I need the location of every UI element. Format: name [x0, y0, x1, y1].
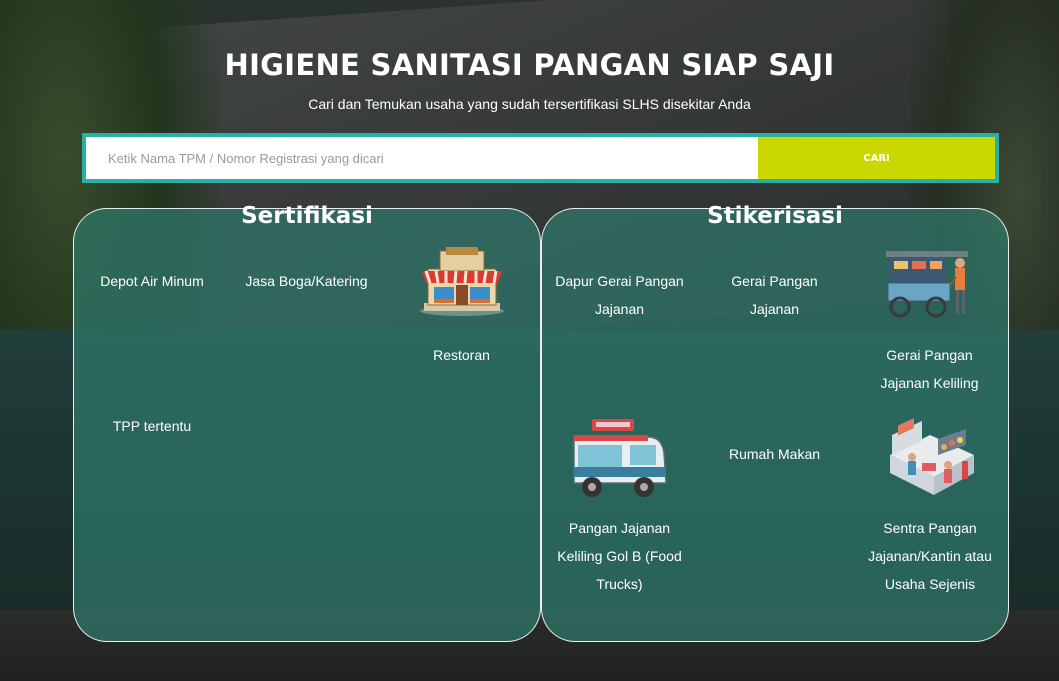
- stikerisasi-item-food-trucks[interactable]: Pangan Jajanan Keliling Gol B (Food Truc…: [552, 514, 687, 598]
- stikerisasi-item-gerai-pangan-jajanan[interactable]: Gerai Pangan Jajanan: [717, 267, 832, 323]
- search-button[interactable]: CARI: [758, 137, 995, 179]
- item-label: Dapur Gerai Pangan Jajanan: [555, 273, 684, 317]
- search-bar: CARI: [82, 133, 999, 183]
- sertifikasi-item-depot-air-minum[interactable]: Depot Air Minum: [92, 267, 212, 295]
- item-label: Gerai Pangan Jajanan Keliling: [880, 347, 979, 391]
- page-title: HIGIENE SANITASI PANGAN SIAP SAJI: [224, 48, 835, 82]
- stikerisasi-item-rumah-makan[interactable]: Rumah Makan: [717, 440, 832, 468]
- food-truck-icon[interactable]: [570, 417, 670, 508]
- sertifikasi-item-tpp-tertentu[interactable]: TPP tertentu: [92, 412, 212, 440]
- sertifikasi-title: Sertifikasi: [241, 203, 373, 229]
- item-label: Jasa Boga/Katering: [245, 273, 368, 289]
- item-label: Restoran: [433, 347, 490, 363]
- stikerisasi-panel: Stikerisasi Dapur Gerai Pangan Jajanan G…: [541, 203, 1009, 642]
- page-subtitle: Cari dan Temukan usaha yang sudah terser…: [308, 96, 751, 112]
- food-cart-icon[interactable]: [882, 249, 972, 324]
- food-court-icon[interactable]: [882, 415, 978, 504]
- stikerisasi-item-dapur-gerai-pangan-jajanan[interactable]: Dapur Gerai Pangan Jajanan: [547, 267, 692, 323]
- stikerisasi-item-sentra-pangan-jajanan[interactable]: Sentra Pangan Jajanan/Kantin atau Usaha …: [860, 514, 1000, 598]
- stikerisasi-item-gerai-pangan-jajanan-keliling[interactable]: Gerai Pangan Jajanan Keliling: [862, 341, 997, 397]
- search-input[interactable]: [86, 137, 758, 179]
- item-label: Sentra Pangan Jajanan/Kantin atau Usaha …: [868, 520, 992, 592]
- item-label: Gerai Pangan Jajanan: [731, 273, 818, 317]
- item-label: Pangan Jajanan Keliling Gol B (Food Truc…: [557, 520, 682, 592]
- sertifikasi-item-restoran[interactable]: Restoran: [414, 341, 509, 369]
- item-label: Rumah Makan: [728, 446, 821, 462]
- sertifikasi-panel: Sertifikasi Depot Air Minum Jasa Boga/Ka…: [73, 203, 541, 642]
- restaurant-icon[interactable]: [418, 245, 506, 322]
- item-label: Depot Air Minum: [100, 273, 204, 289]
- sertifikasi-item-jasa-boga[interactable]: Jasa Boga/Katering: [234, 267, 379, 295]
- item-label: TPP tertentu: [112, 418, 192, 434]
- stikerisasi-title: Stikerisasi: [707, 203, 843, 229]
